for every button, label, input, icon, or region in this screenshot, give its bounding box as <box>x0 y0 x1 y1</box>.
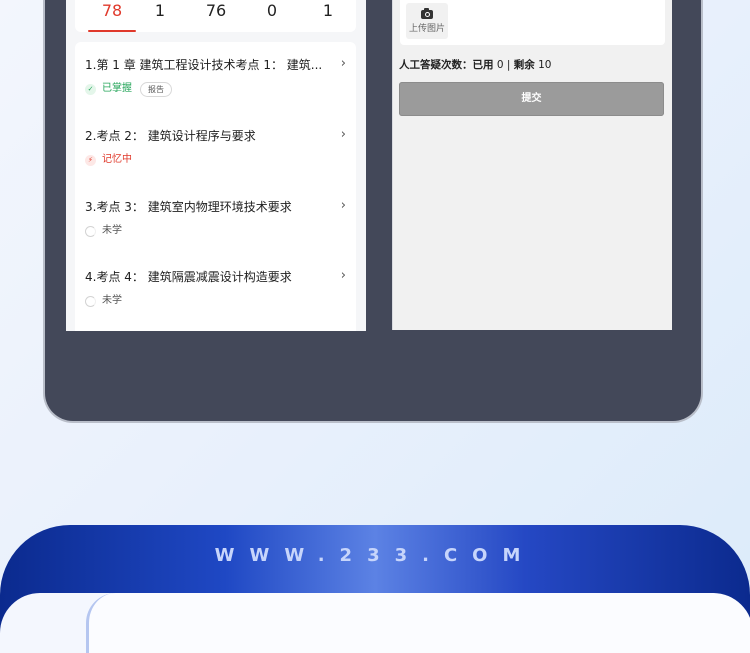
brand-banner: WWW.233.COM <box>0 525 750 653</box>
status-label: 记忆中 <box>102 154 132 165</box>
stat-wrong[interactable]: 0 <box>252 0 292 22</box>
upload-image-button[interactable]: 上传图片 <box>406 3 448 39</box>
report-badge[interactable]: 报告 <box>140 81 172 97</box>
item-status: ✓ 已掌握 报告 <box>85 81 172 97</box>
quota-separator: | <box>506 59 511 71</box>
chevron-right-icon: › <box>340 127 346 142</box>
knowledge-list-panel: 78 1 76 0 1 1.第 1 章 建筑工程设计技术考点 1： 建筑... … <box>66 0 366 331</box>
item-title: 3.考点 3： 建筑室内物理环境技术要求 <box>85 200 292 214</box>
site-url: WWW.233.COM <box>214 545 536 566</box>
stat-memorizing[interactable]: 1 <box>308 0 348 22</box>
loading-ring-icon <box>85 295 96 307</box>
item-title: 4.考点 4： 建筑隔震减震设计构造要求 <box>85 270 292 284</box>
stat-mastered[interactable]: 1 <box>140 0 180 22</box>
knowledge-point-list: 1.第 1 章 建筑工程设计技术考点 1： 建筑... › ✓ 已掌握 报告 2… <box>75 42 356 331</box>
status-label: 未学 <box>102 295 122 306</box>
item-title: 1.第 1 章 建筑工程设计技术考点 1： 建筑... <box>85 58 323 72</box>
check-icon: ✓ <box>85 83 96 95</box>
stat-total[interactable]: 78 <box>92 0 132 22</box>
quota-used: 0 <box>496 59 504 71</box>
chevron-right-icon: › <box>340 268 346 283</box>
qa-quota: 人工答疑次数：已用 0 | 剩余 10 <box>399 58 551 72</box>
active-tab-underline <box>88 30 136 32</box>
qa-form-panel: 上传图片 人工答疑次数：已用 0 | 剩余 10 提交 <box>392 0 672 330</box>
loading-ring-icon <box>85 225 96 237</box>
quota-used-label: 已用 <box>472 59 494 71</box>
item-title: 2.考点 2： 建筑设计程序与要求 <box>85 129 256 143</box>
item-status: 未学 <box>85 223 122 239</box>
status-label: 已掌握 <box>102 83 132 94</box>
bolt-icon: ⚡ <box>85 154 96 166</box>
item-status: ⚡ 记忆中 <box>85 152 132 168</box>
stats-bar: 78 1 76 0 1 <box>75 0 356 32</box>
quota-remain-label: 剩余 <box>513 59 535 71</box>
camera-icon <box>421 8 433 19</box>
stat-unlearned[interactable]: 76 <box>196 0 236 22</box>
item-status: 未学 <box>85 293 122 309</box>
submit-button[interactable]: 提交 <box>399 82 664 116</box>
upload-label: 上传图片 <box>408 24 445 34</box>
chevron-right-icon: › <box>340 198 346 213</box>
banner-inner-panel <box>0 593 750 653</box>
banner-inner-accent <box>86 593 750 653</box>
quota-label: 人工答疑次数： <box>399 59 473 71</box>
status-label: 未学 <box>102 225 122 236</box>
quota-remain: 10 <box>538 59 552 71</box>
chevron-right-icon: › <box>340 56 346 71</box>
upload-card: 上传图片 <box>400 0 665 45</box>
